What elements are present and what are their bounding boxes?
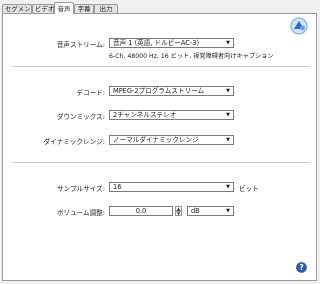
audio-settings-panel: 音声ストリーム: 音声 1 (英語, ドルビーAC-3) ▼ 6-Ch, 480… [2,13,317,281]
tab-audio[interactable]: 音声 [54,2,74,14]
volume-input[interactable]: 0.0 [109,206,173,216]
decode-select[interactable]: MPEG-2プログラムストリーム ▼ [109,86,234,96]
sample-size-select[interactable]: 16 ▼ [109,182,234,192]
downmix-value: 2チャンネルステレオ [113,111,177,119]
app-logo-icon [290,17,308,35]
sample-size-label: サンプルサイズ: [57,185,105,193]
tab-subtitles[interactable]: 字幕 [74,4,94,13]
dynamic-range-value: ノーマルダイナミックレンジ [113,136,199,144]
separator [13,162,309,163]
tab-output[interactable]: 出力 [94,4,118,13]
chevron-down-icon: ▼ [226,40,230,46]
dynamic-range-select[interactable]: ノーマルダイナミックレンジ ▼ [109,135,234,145]
tab-segment[interactable]: セグメント [2,4,37,13]
downmix-select[interactable]: 2チャンネルステレオ ▼ [109,110,234,120]
chevron-down-icon: ▼ [226,208,230,214]
chevron-down-icon: ▼ [226,184,230,190]
volume-label: ボリューム調整: [56,209,105,217]
chevron-down-icon: ▼ [226,112,230,118]
separator [13,66,309,67]
volume-unit-value: dB [191,207,200,215]
decode-value: MPEG-2プログラムストリーム [113,87,205,95]
audio-stream-value: 音声 1 (英語, ドルビーAC-3) [113,39,200,47]
volume-unit-select[interactable]: dB ▼ [187,206,234,216]
volume-stepper[interactable]: ▲ ▼ [175,206,182,216]
chevron-down-icon: ▼ [226,137,230,143]
sample-size-value: 16 [113,183,122,191]
dynamic-range-label: ダイナミックレンジ: [43,138,105,146]
downmix-label: ダウンミックス: [56,113,105,121]
sample-size-unit: ビット [239,185,259,193]
svg-text:?: ? [299,263,303,272]
decode-label: デコード: [76,89,105,97]
chevron-down-icon: ▼ [226,88,230,94]
chevron-down-icon[interactable]: ▼ [175,211,182,216]
help-icon[interactable]: ? [296,262,307,273]
audio-stream-select[interactable]: 音声 1 (英語, ドルビーAC-3) ▼ [109,38,234,48]
audio-stream-info: 6-Ch, 48000 Hz, 16 ビット, 視覚障碍者向けキャプション [109,53,274,60]
tab-video[interactable]: ビデオ [32,4,54,13]
audio-stream-label: 音声ストリーム: [56,41,105,49]
